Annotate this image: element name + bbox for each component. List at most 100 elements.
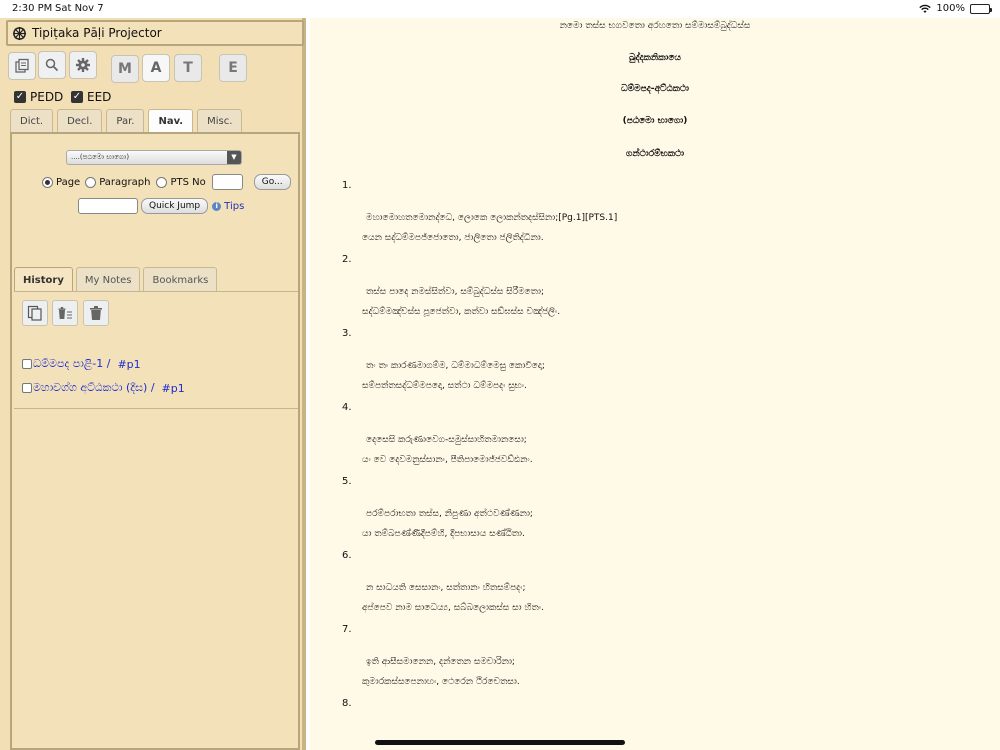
tips-link[interactable]: Tips	[224, 201, 244, 212]
lang-button-e[interactable]: E	[219, 54, 247, 82]
verse: තං තං කාරණමාගම්ම, ධම්මාධම්මෙසු කොවිදො; ස…	[362, 356, 545, 396]
delete-button[interactable]	[83, 300, 109, 326]
wifi-icon	[919, 4, 932, 13]
verse-number: 8.	[342, 698, 352, 709]
verse-number: 5.	[342, 476, 352, 487]
info-icon: i	[212, 201, 222, 211]
verse: න සාධයති සෙසානං, සත්තානං හිතසම්පදං; අප්ප…	[362, 578, 544, 618]
radio-page[interactable]	[42, 176, 53, 188]
status-time: 2:30 PM	[12, 3, 53, 14]
history-item-link[interactable]: #p1	[117, 358, 140, 371]
section-select-value: ....(පඨමො භාගො)	[71, 153, 130, 161]
tab-my-notes[interactable]: My Notes	[75, 267, 141, 292]
tab-bookmarks[interactable]: Bookmarks	[143, 267, 218, 292]
history-item-title[interactable]: මහාවග්ග අට්ඨකථා (දීඝ) /	[33, 381, 155, 395]
verse-line: පරම්පරාභතා තස්ස, නිපුණා අත්ථවණ්ණනා;	[366, 509, 533, 519]
books-icon	[15, 58, 29, 73]
verse-number: 1.	[342, 180, 352, 191]
verse-line: තං තං කාරණමාගම්ම, ධම්මාධම්මෙසු කොවිදො;	[366, 361, 545, 371]
battery-icon	[970, 3, 992, 14]
eed-checkbox[interactable]: ✓ EED	[71, 90, 111, 104]
section-select[interactable]: ....(පඨමො භාගො) ▼	[66, 150, 242, 165]
history-item-checkbox[interactable]	[22, 359, 32, 369]
doc-title: ධම්මපද-අට්ඨකථා	[621, 84, 689, 94]
verse: තස්ස පාදෙ නමස්සිත්වා, සම්බුද්ධස්ස සිරීමත…	[362, 282, 560, 322]
history-tabs: History My Notes Bookmarks	[14, 267, 218, 292]
trash-icon	[90, 306, 102, 320]
clear-list-button[interactable]	[52, 300, 78, 326]
tab-misc[interactable]: Misc.	[197, 109, 243, 133]
status-right: 100%	[919, 3, 992, 14]
history-item[interactable]: මහාවග්ග අට්ඨකථා (දීඝ) / #p1	[22, 381, 185, 395]
chevron-down-icon: ▼	[227, 151, 241, 164]
gear-icon	[76, 58, 90, 72]
tab-nav[interactable]: Nav.	[148, 109, 194, 133]
history-panel: ධම්මපද පාළි-1 / #p1 මහාවග්ග අට්ඨකථා (දීඝ…	[14, 291, 298, 409]
tab-par[interactable]: Par.	[106, 109, 145, 133]
left-panel: Tipiṭaka Pāḷi Projector M A T E ✓ PEDD ✓…	[0, 18, 306, 750]
verse-line: කුමාරකස්සපෙනාහං, ථෙරෙන ථිරචෙතසා.	[362, 677, 520, 687]
home-indicator[interactable]	[375, 740, 625, 745]
pedd-checkbox[interactable]: ✓ PEDD	[14, 90, 63, 104]
doc-header: නමො තස්ස භගවතො අරහතො සම්මාසම්බුද්ධස්ස	[559, 21, 751, 31]
checkmark-icon: ✓	[14, 91, 26, 103]
verse-line: ඉති ආසීසමානෙන, දන්තෙන සමචාරිනා;	[366, 657, 515, 667]
battery-percent: 100%	[936, 3, 965, 14]
history-item-link[interactable]: #p1	[162, 382, 185, 395]
search-icon	[45, 58, 59, 72]
verse: පරම්පරාභතා තස්ස, නිපුණා අත්ථවණ්ණනා; යා ත…	[362, 504, 533, 544]
lang-button-m[interactable]: M	[111, 55, 139, 83]
verse-line: මහාමොහතමොනද්ධෙ, ලොකෙ ලොකන්තදස්සිනා;[Pg.1…	[366, 213, 618, 223]
verse-number: 7.	[342, 624, 352, 635]
verse-line: යෙන සද්ධම්මපජ්ජොතො, ජාලිතො ජලිතිද්ධිනා.	[362, 233, 544, 243]
verse-number: 6.	[342, 550, 352, 561]
copy-button[interactable]	[22, 300, 48, 326]
verse-line: යා තම්බපණ්ණිදීපම්හි, දීපභාසාය සණ්ඨිතා.	[362, 529, 525, 539]
library-button[interactable]	[8, 52, 36, 80]
tab-decl[interactable]: Decl.	[57, 109, 103, 133]
go-button[interactable]: Go...	[253, 174, 291, 190]
verse: දෙසෙසි කරුණාවෙග-සමුස්සාහිතමානසො; යං වෙ ද…	[362, 430, 533, 470]
eed-label: EED	[87, 90, 112, 104]
verse-line: සද්ධම්මඤ්චස්ස පූජෙත්වා, කත්වා සඞ්ඝස්ස චඤ…	[362, 307, 561, 317]
radio-pts[interactable]	[156, 176, 168, 188]
radio-pts-label: PTS No	[170, 176, 206, 188]
verse: ඉති ආසීසමානෙන, දන්තෙන සමචාරිනා; කුමාරකස්…	[362, 652, 520, 692]
verse-number: 2.	[342, 254, 352, 265]
verse-line: න සාධයති සෙසානං, සත්තානං හිතසම්පදං;	[366, 583, 526, 593]
lang-button-t[interactable]: T	[174, 54, 202, 82]
status-date: Sat Nov 7	[55, 3, 104, 14]
clear-list-icon	[58, 307, 72, 319]
history-item-title[interactable]: ධම්මපද පාළි-1 /	[33, 357, 110, 371]
verse-number: 3.	[342, 328, 352, 339]
page-number-input[interactable]	[211, 174, 243, 190]
radio-page-label: Page	[56, 176, 81, 188]
quick-jump-button[interactable]: Quick Jump	[141, 198, 209, 214]
search-button[interactable]	[38, 51, 66, 79]
app-titlebar: Tipiṭaka Pāḷi Projector	[6, 20, 304, 46]
doc-part: (පඨමො භාගො)	[622, 116, 688, 126]
settings-button[interactable]	[69, 51, 97, 79]
verse-number: 4.	[342, 402, 352, 413]
status-bar: 2:30 PM Sat Nov 7 100%	[0, 0, 1000, 18]
tab-dict[interactable]: Dict.	[10, 109, 54, 133]
lang-button-a[interactable]: A	[142, 54, 170, 82]
radio-paragraph[interactable]	[85, 176, 97, 188]
history-item-checkbox[interactable]	[22, 383, 32, 393]
verse-line: තස්ස පාදෙ නමස්සිත්වා, සම්බුද්ධස්ස සිරීමත…	[366, 287, 544, 297]
verse-line: අප්පෙව නාම සාධෙය්‍ය, සබ්බලොකස්ස සා හිතං.	[362, 603, 544, 613]
quick-jump-row: Quick Jump i Tips	[78, 198, 244, 214]
jump-type-row: Page Paragraph PTS No Go...	[42, 174, 291, 190]
dhamma-wheel-icon	[12, 26, 27, 40]
pedd-label: PEDD	[30, 90, 64, 104]
document-view[interactable]: නමො තස්ස භගවතො අරහතො සම්මාසම්බුද්ධස්ස ඛු…	[310, 18, 1000, 750]
quick-jump-input[interactable]	[78, 198, 138, 214]
nav-panel: ....(පඨමො භාගො) ▼ Page Paragraph PTS No …	[10, 132, 300, 750]
history-item[interactable]: ධම්මපද පාළි-1 / #p1	[22, 357, 141, 371]
verse-line: යං වෙ දෙවමනුස්සානං, පීතිපාමොජ්ජවඩ්ඪනං.	[362, 455, 533, 465]
app-title: Tipiṭaka Pāḷi Projector	[32, 26, 162, 40]
verse-line: සම්පත්තසද්ධම්මපදො, සත්ථා ධම්මපදං සුභං.	[362, 381, 527, 391]
verse-line: දෙසෙසි කරුණාවෙග-සමුස්සාහිතමානසො;	[366, 435, 527, 445]
tab-history[interactable]: History	[14, 267, 73, 292]
main-tabs: Dict. Decl. Par. Nav. Misc.	[10, 109, 243, 133]
